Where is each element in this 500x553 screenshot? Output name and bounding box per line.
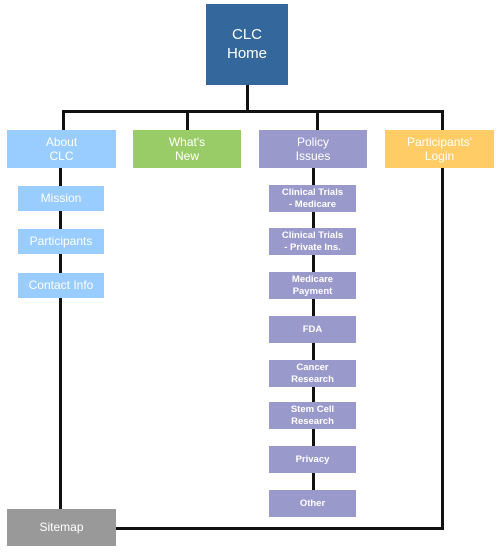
node-label: What's New [168, 134, 206, 163]
connector-sitemap-horizontal [116, 527, 444, 530]
node-other[interactable]: Other [269, 490, 356, 517]
connector-about-up [62, 110, 65, 130]
node-label: CLC Home [226, 25, 267, 62]
node-privacy[interactable]: Privacy [269, 446, 356, 473]
node-label: Policy Issues [295, 134, 331, 163]
node-label: Cancer Research [291, 361, 334, 385]
node-label: Sitemap [39, 520, 84, 535]
node-label: Contact Info [28, 278, 94, 293]
node-whats-new[interactable]: What's New [133, 130, 241, 168]
node-label: Participants [29, 234, 93, 249]
connector-top-horizontal [62, 110, 444, 113]
node-participants-login[interactable]: Participants' Login [385, 130, 494, 168]
node-clinical-trials-medicare[interactable]: Clinical Trials - Medicare [269, 185, 356, 212]
node-about-clc[interactable]: About CLC [7, 130, 116, 168]
node-fda[interactable]: FDA [269, 316, 356, 343]
node-label: Stem Cell Research [290, 403, 335, 427]
node-label: Medicare Payment [291, 273, 334, 297]
node-medicare-payment[interactable]: Medicare Payment [269, 272, 356, 299]
connector-policy-up [316, 110, 319, 130]
node-clinical-trials-private-ins[interactable]: Clinical Trials - Private Ins. [269, 228, 356, 255]
connector-about-column [59, 168, 62, 509]
node-participants[interactable]: Participants [18, 229, 104, 254]
node-clc-home[interactable]: CLC Home [206, 4, 288, 85]
node-cancer-research[interactable]: Cancer Research [269, 360, 356, 387]
node-label: FDA [302, 323, 323, 335]
node-mission[interactable]: Mission [18, 186, 104, 211]
connector-whatsnew-up [186, 110, 189, 130]
node-label: Mission [40, 191, 82, 206]
node-sitemap[interactable]: Sitemap [7, 509, 116, 546]
node-label: Clinical Trials - Medicare [281, 186, 344, 210]
node-label: Privacy [295, 453, 330, 465]
node-label: About CLC [45, 134, 78, 163]
node-label: Participants' Login [407, 134, 472, 163]
connector-login-up [441, 110, 444, 130]
node-label: Other [299, 497, 326, 509]
connector-root-down [246, 85, 249, 112]
connector-login-column [441, 168, 444, 530]
node-contact-info[interactable]: Contact Info [18, 273, 104, 298]
node-label: Clinical Trials - Private Ins. [281, 229, 344, 253]
node-policy-issues[interactable]: Policy Issues [259, 130, 367, 168]
node-stem-cell-research[interactable]: Stem Cell Research [269, 402, 356, 429]
